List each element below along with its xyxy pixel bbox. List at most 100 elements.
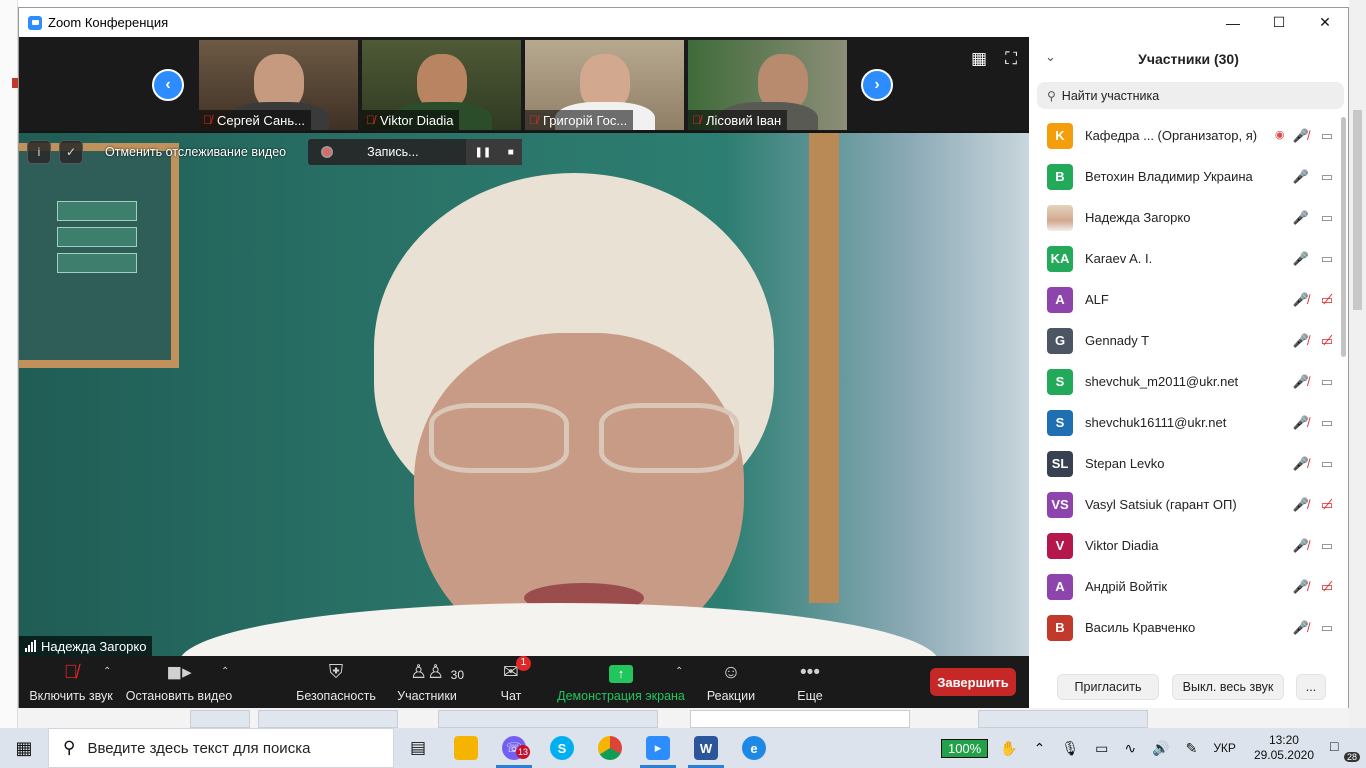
participant-status-icons: ◉ 🎤̸ ▭: [1275, 128, 1333, 144]
video-options-caret-icon[interactable]: ⌃: [221, 666, 229, 677]
chrome-icon[interactable]: [586, 728, 634, 768]
video-camera-icon[interactable]: ▭: [1321, 128, 1333, 144]
mute-all-button[interactable]: Выкл. весь звук: [1172, 674, 1284, 700]
edge-icon[interactable]: e: [730, 728, 778, 768]
shield-icon[interactable]: ✓: [59, 140, 83, 164]
mic-muted-icon[interactable]: 🎤̸: [1293, 456, 1309, 472]
participant-row[interactable]: SL Stepan Levko 🎤̸ ▭: [1029, 443, 1341, 484]
pen-icon[interactable]: ✎: [1186, 740, 1198, 757]
clock[interactable]: 13:20 29.05.2020: [1254, 733, 1314, 763]
video-off-icon[interactable]: ▭̸: [1321, 292, 1333, 308]
battery-icon[interactable]: ▭: [1095, 740, 1108, 757]
participant-row[interactable]: VS Vasyl Satsiuk (гарант ОП) 🎤̸ ▭̸: [1029, 484, 1341, 525]
participants-button[interactable]: ♙♙ 30 Участники: [397, 656, 464, 708]
video-camera-icon[interactable]: ▭: [1321, 620, 1333, 636]
touch-icon[interactable]: ✋: [1000, 740, 1017, 757]
video-camera-icon[interactable]: ▭: [1321, 210, 1333, 226]
wifi-icon[interactable]: ∿: [1124, 740, 1136, 757]
prev-page-button[interactable]: ‹: [152, 69, 184, 101]
chat-unread-badge: 1: [515, 655, 531, 671]
viber-icon[interactable]: ☏ 13: [490, 728, 538, 768]
mic-muted-icon[interactable]: 🎤̸: [1293, 374, 1309, 390]
stop-tracking-link[interactable]: Отменить отслеживание видео: [105, 145, 286, 159]
video-thumbnail[interactable]: 🎙̸ Григорій Гос...: [525, 40, 684, 130]
participant-row[interactable]: Sshevchuk16111@ukr.net 🎤̸ ▭: [1029, 402, 1341, 443]
minimize-button[interactable]: —: [1210, 8, 1256, 37]
mic-muted-icon[interactable]: 🎤̸: [1293, 415, 1309, 431]
word-icon[interactable]: W: [682, 728, 730, 768]
maximize-button[interactable]: ☐: [1256, 8, 1302, 37]
participant-list-scrollbar[interactable]: [1341, 115, 1348, 395]
reactions-button[interactable]: ☺ Реакции: [705, 656, 757, 708]
video-camera-icon[interactable]: ▭: [1321, 169, 1333, 185]
stop-recording-icon[interactable]: ■: [508, 147, 514, 158]
mic-muted-icon[interactable]: 🎤̸: [1293, 620, 1309, 636]
chevron-up-icon[interactable]: ⌃: [1034, 740, 1046, 757]
background-scrollbar[interactable]: [1349, 0, 1366, 728]
volume-icon[interactable]: 🔊: [1152, 740, 1169, 757]
mic-muted-icon[interactable]: 🎤̸: [1293, 538, 1309, 554]
mic-muted-icon[interactable]: 🎤̸: [1293, 128, 1309, 144]
notifications-icon[interactable]: □ 28: [1330, 738, 1360, 762]
fullscreen-icon[interactable]: ⛶: [1005, 49, 1017, 69]
stop-video-label: Остановить видео: [125, 688, 233, 703]
background-scroll-thumb[interactable]: [1353, 110, 1362, 310]
participant-row[interactable]: Sshevchuk_m2011@ukr.net 🎤̸ ▭: [1029, 361, 1341, 402]
zoom-app-icon[interactable]: ▸: [634, 728, 682, 768]
mic-muted-icon[interactable]: 🎤̸: [1293, 292, 1309, 308]
zoom-level-indicator[interactable]: 100%: [940, 738, 989, 758]
mic-muted-icon[interactable]: 🎤̸: [1293, 497, 1309, 513]
microphone-icon[interactable]: 🎤: [1293, 251, 1309, 267]
share-options-caret-icon[interactable]: ⌃: [675, 666, 683, 677]
microphone-icon[interactable]: 🎤: [1293, 210, 1309, 226]
windows-start-icon[interactable]: ▦: [0, 728, 48, 768]
end-meeting-button[interactable]: Завершить: [930, 668, 1016, 696]
video-camera-icon[interactable]: ▭: [1321, 374, 1333, 390]
participant-row[interactable]: V Viktor Diadia 🎤̸ ▭: [1029, 525, 1341, 566]
gallery-view-icon[interactable]: ▦: [971, 49, 987, 69]
participant-row[interactable]: A Андрій Войтік 🎤̸ ▭̸: [1029, 566, 1341, 607]
chevron-down-icon[interactable]: ⌄: [1045, 49, 1056, 65]
video-thumbnail[interactable]: 🎙̸ Лісовий Іван: [688, 40, 847, 130]
taskbar-search-box[interactable]: ⚲ Введите здесь текст для поиска: [48, 728, 394, 768]
participant-row[interactable]: B Ветохин Владимир Украина 🎤 ▭: [1029, 156, 1341, 197]
security-button[interactable]: ⛨ Безопасность: [296, 656, 376, 708]
chat-button[interactable]: ✉ 1 Чат: [491, 655, 531, 708]
mic-muted-icon[interactable]: 🎤̸: [1293, 579, 1309, 595]
video-camera-icon[interactable]: ▭: [1321, 251, 1333, 267]
participant-search-input[interactable]: ⚲ Найти участника: [1037, 82, 1344, 109]
video-camera-icon[interactable]: ▭: [1321, 456, 1333, 472]
participant-row[interactable]: G Gennady T 🎤̸ ▭̸: [1029, 320, 1341, 361]
video-thumbnail[interactable]: 🎙̸ Viktor Diadia: [362, 40, 521, 130]
info-icon[interactable]: i: [27, 140, 51, 164]
participant-row[interactable]: Надежда Загорко 🎤 ▭: [1029, 197, 1341, 238]
participant-row[interactable]: B Василь Кравченко 🎤̸ ▭: [1029, 607, 1341, 648]
language-indicator[interactable]: УКР: [1213, 741, 1236, 755]
video-camera-icon[interactable]: ▭: [1321, 538, 1333, 554]
close-button[interactable]: ✕: [1302, 8, 1348, 37]
more-button[interactable]: ••• Еще: [795, 656, 825, 708]
participant-row[interactable]: KA Karaev A. I. 🎤 ▭: [1029, 238, 1341, 279]
video-off-icon[interactable]: ▭̸: [1321, 333, 1333, 349]
video-off-icon[interactable]: ▭̸: [1321, 497, 1333, 513]
microphone-icon[interactable]: 🎤: [1293, 169, 1309, 185]
unmute-button[interactable]: 🎙̸ Включить звук: [29, 656, 113, 708]
video-off-icon[interactable]: ▭̸: [1321, 579, 1333, 595]
skype-icon[interactable]: S: [538, 728, 586, 768]
participant-name: Karaev A. I.: [1085, 251, 1153, 266]
participant-row[interactable]: K Кафедра ... (Организатор, я) ◉ 🎤̸ ▭: [1029, 115, 1341, 156]
file-explorer-icon[interactable]: [442, 728, 490, 768]
mic-muted-icon[interactable]: 🎤̸: [1293, 333, 1309, 349]
microphone-icon[interactable]: 🎙: [1061, 740, 1079, 757]
participant-row[interactable]: A ALF 🎤̸ ▭̸: [1029, 279, 1341, 320]
panel-more-button[interactable]: ...: [1296, 674, 1326, 700]
pause-recording-icon[interactable]: ❚❚: [474, 147, 491, 158]
next-page-button[interactable]: ›: [861, 69, 893, 101]
audio-options-caret-icon[interactable]: ⌃: [103, 666, 111, 677]
stop-video-button[interactable]: ◼▸ Остановить видео: [125, 656, 233, 708]
invite-button[interactable]: Пригласить: [1057, 674, 1159, 700]
share-screen-button[interactable]: ↑ Демонстрация экрана: [557, 656, 685, 708]
video-thumbnail[interactable]: 🎙̸ Сергей Сань...: [199, 40, 358, 130]
video-camera-icon[interactable]: ▭: [1321, 415, 1333, 431]
task-view-icon[interactable]: ▤: [394, 728, 442, 768]
